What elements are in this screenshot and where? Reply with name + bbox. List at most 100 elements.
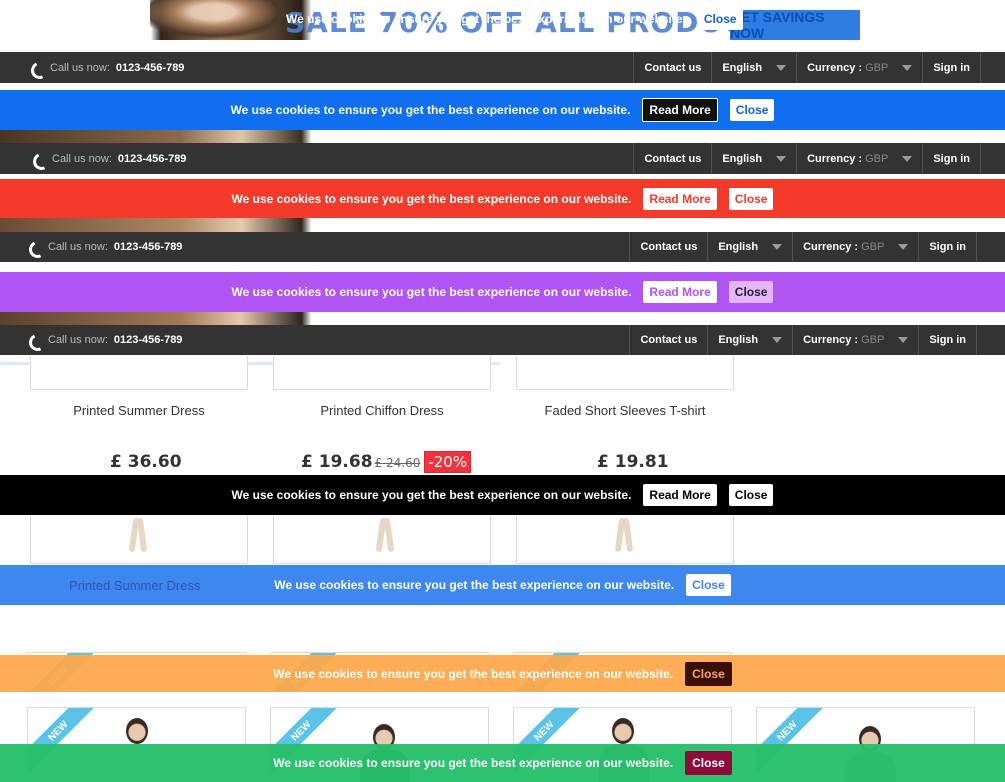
price-value: £ 19.81 bbox=[597, 452, 669, 472]
chevron-down-icon bbox=[772, 337, 783, 343]
model-head bbox=[126, 718, 148, 744]
product-image-frame[interactable] bbox=[516, 515, 734, 564]
top-nav-bar: Call us now: 0123-456-789 Contact us Eng… bbox=[0, 325, 1005, 355]
cookie-close-button[interactable]: Close bbox=[728, 484, 774, 506]
cookie-message: We use cookies to ensure you get the bes… bbox=[231, 285, 632, 299]
currency-value: GBP bbox=[865, 61, 889, 74]
product-price: £ 36.60 bbox=[110, 452, 182, 472]
product-price: £ 19.81 bbox=[597, 452, 669, 472]
cookie-banner-green: We use cookies to ensure you get the bes… bbox=[0, 744, 1005, 782]
cookie-message: We use cookies to ensure you get the bes… bbox=[231, 488, 632, 502]
old-price: £ 24.60 bbox=[374, 456, 421, 470]
cookie-message: We use cookies to ensure you get the bes… bbox=[231, 191, 632, 206]
phone-number: 0123-456-789 bbox=[113, 241, 183, 253]
currency-label: Currency : bbox=[807, 152, 863, 165]
product-image-frame[interactable] bbox=[30, 515, 248, 564]
call-label: Call us now: bbox=[52, 152, 112, 165]
product-name-link[interactable]: Printed Summer Dress bbox=[69, 578, 200, 593]
model-head bbox=[612, 718, 634, 744]
language-selector[interactable]: English bbox=[711, 52, 796, 83]
language-label: English bbox=[718, 241, 759, 253]
language-selector[interactable]: English bbox=[707, 232, 792, 262]
product-image bbox=[123, 518, 153, 558]
contact-label: Contact us bbox=[644, 61, 702, 74]
product-image-frame[interactable] bbox=[273, 515, 491, 564]
sign-in-link[interactable]: Sign in bbox=[918, 232, 977, 262]
phone-icon bbox=[30, 61, 44, 75]
cookie-close-button[interactable]: Close bbox=[697, 8, 743, 30]
hero-banner-fragment bbox=[0, 130, 1005, 143]
cookie-close-button[interactable]: Close bbox=[729, 99, 775, 121]
cookie-message: We use cookies to ensure you get the bes… bbox=[274, 578, 675, 592]
product-image bbox=[609, 518, 639, 558]
cookie-close-button[interactable]: Close bbox=[685, 751, 732, 775]
language-selector[interactable]: English bbox=[711, 143, 796, 174]
language-selector[interactable]: English bbox=[707, 325, 792, 355]
phone-number: 0123-456-789 bbox=[117, 152, 187, 165]
product-image bbox=[370, 518, 400, 558]
call-us: Call us now: 0123-456-789 bbox=[28, 232, 182, 262]
cookie-close-button[interactable]: Close bbox=[685, 661, 732, 686]
cookie-banner-purple: We use cookies to ensure you get the bes… bbox=[0, 272, 1005, 312]
product-image-frame[interactable] bbox=[516, 356, 734, 390]
cookie-message: We use cookies to ensure you get the bes… bbox=[273, 666, 674, 681]
product-name-link[interactable]: Faded Short Sleeves T-shirt bbox=[516, 403, 734, 418]
contact-label: Contact us bbox=[640, 334, 698, 346]
currency-value: GBP bbox=[861, 241, 885, 253]
contact-us-link[interactable]: Contact us bbox=[629, 232, 707, 262]
cookie-message: We use cookies to ensure you get the bes… bbox=[230, 103, 631, 117]
contact-label: Contact us bbox=[640, 241, 698, 253]
product-name-link[interactable]: Printed Summer Dress bbox=[30, 403, 248, 418]
language-label: English bbox=[718, 334, 759, 346]
phone-icon bbox=[32, 152, 46, 166]
chevron-down-icon bbox=[772, 244, 783, 250]
chevron-down-icon bbox=[776, 64, 787, 71]
product-price: £ 19.68 £ 24.60 -20% bbox=[301, 451, 472, 473]
currency-selector[interactable]: Currency : GBP bbox=[796, 52, 922, 83]
contact-us-link[interactable]: Contact us bbox=[633, 143, 711, 174]
currency-label: Currency : bbox=[803, 334, 859, 346]
currency-value: GBP bbox=[861, 334, 885, 346]
chevron-down-icon bbox=[776, 155, 787, 162]
product-image-frame[interactable] bbox=[273, 356, 491, 390]
cookie-message: We use cookies to ensure you get the bes… bbox=[286, 12, 686, 26]
currency-label: Currency : bbox=[803, 241, 859, 253]
language-label: English bbox=[722, 152, 763, 165]
call-label: Call us now: bbox=[48, 241, 108, 253]
phone-icon bbox=[28, 333, 42, 347]
sign-in-link[interactable]: Sign in bbox=[922, 52, 981, 83]
call-us: Call us now: 0123-456-789 bbox=[30, 52, 184, 83]
language-label: English bbox=[722, 61, 763, 74]
call-label: Call us now: bbox=[48, 334, 108, 346]
cookie-read-more-button[interactable]: Read More bbox=[642, 98, 718, 122]
currency-selector[interactable]: Currency : GBP bbox=[792, 232, 918, 262]
currency-selector[interactable]: Currency : GBP bbox=[796, 143, 922, 174]
price-value: £ 19.68 bbox=[301, 452, 373, 472]
contact-us-link[interactable]: Contact us bbox=[629, 325, 707, 355]
cookie-read-more-button[interactable]: Read More bbox=[643, 281, 717, 303]
cookie-read-more-button[interactable]: Read More bbox=[643, 484, 717, 506]
hero-banner-fragment bbox=[0, 312, 1005, 325]
contact-us-link[interactable]: Contact us bbox=[633, 52, 711, 83]
currency-value: GBP bbox=[865, 152, 889, 165]
sign-in-label: Sign in bbox=[933, 152, 970, 165]
top-nav-bar: Call us now: 0123-456-789 Contact us Eng… bbox=[0, 52, 1005, 83]
cookie-banner-blue-top: We use cookies to ensure you get the bes… bbox=[0, 0, 1005, 38]
top-nav-bar: Call us now: 0123-456-789 Contact us Eng… bbox=[0, 143, 1005, 174]
cookie-banner-orange: We use cookies to ensure you get the bes… bbox=[0, 655, 1005, 692]
cookie-close-button[interactable]: Close bbox=[728, 187, 774, 210]
cookie-read-more-button[interactable]: Read More bbox=[643, 187, 717, 210]
sign-in-link[interactable]: Sign in bbox=[918, 325, 977, 355]
phone-icon bbox=[28, 240, 42, 254]
sign-in-label: Sign in bbox=[929, 241, 966, 253]
sign-in-link[interactable]: Sign in bbox=[922, 143, 981, 174]
currency-selector[interactable]: Currency : GBP bbox=[792, 325, 918, 355]
cookie-close-button[interactable]: Close bbox=[686, 574, 731, 596]
cookie-close-button[interactable]: Close bbox=[728, 281, 774, 303]
hero-banner-fragment bbox=[0, 218, 1005, 232]
discount-badge: -20% bbox=[424, 451, 472, 473]
contact-label: Contact us bbox=[644, 152, 702, 165]
call-label: Call us now: bbox=[50, 61, 110, 74]
product-image-frame[interactable] bbox=[30, 356, 248, 390]
product-name-link[interactable]: Printed Chiffon Dress bbox=[273, 403, 491, 418]
